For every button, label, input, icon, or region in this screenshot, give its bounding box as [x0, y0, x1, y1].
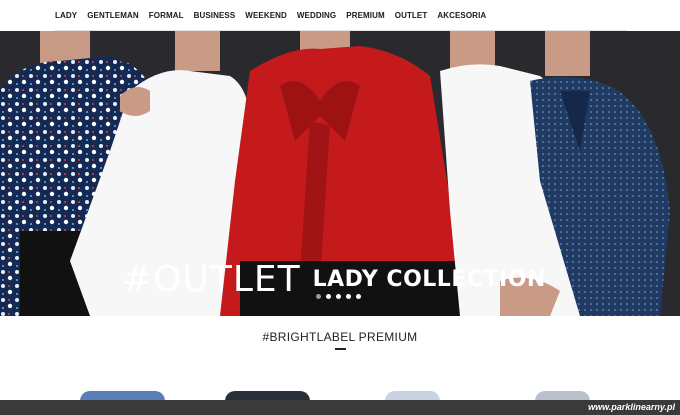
nav-item-lady[interactable]: LADY — [55, 11, 77, 20]
nav-item-premium[interactable]: PREMIUM — [346, 11, 384, 20]
hero-subtitle: LADY COLLECTION — [312, 266, 546, 292]
slider-dot-4[interactable] — [346, 294, 351, 299]
hero-hashtag: #OUTLET — [122, 258, 301, 300]
section-title: #BRIGHTLABEL PREMIUM — [262, 330, 418, 344]
top-nav: LADY GENTLEMAN FORMAL BUSINESS WEEKEND W… — [55, 0, 627, 31]
nav-item-weekend[interactable]: WEEKEND — [245, 11, 287, 20]
nav-item-gentleman[interactable]: GENTLEMAN — [87, 11, 139, 20]
nav-item-akcesoria[interactable]: AKCESORIA — [437, 11, 486, 20]
slider-dot-3[interactable] — [336, 294, 341, 299]
nav-item-wedding[interactable]: WEDDING — [297, 11, 336, 20]
watermark-bar — [0, 400, 680, 415]
nav-item-business[interactable]: BUSINESS — [194, 11, 236, 20]
hero-banner[interactable]: #OUTLET LADY COLLECTION — [0, 31, 680, 316]
slider-dot-1[interactable] — [316, 294, 321, 299]
slider-dots — [316, 294, 361, 299]
hero-title: #OUTLET LADY COLLECTION — [122, 258, 546, 300]
section-underline — [335, 348, 346, 350]
watermark-text: www.parklinearny.pl — [588, 402, 675, 412]
slider-dot-5[interactable] — [356, 294, 361, 299]
slider-dot-2[interactable] — [326, 294, 331, 299]
nav-item-outlet[interactable]: OUTLET — [395, 11, 428, 20]
nav-item-formal[interactable]: FORMAL — [149, 11, 184, 20]
